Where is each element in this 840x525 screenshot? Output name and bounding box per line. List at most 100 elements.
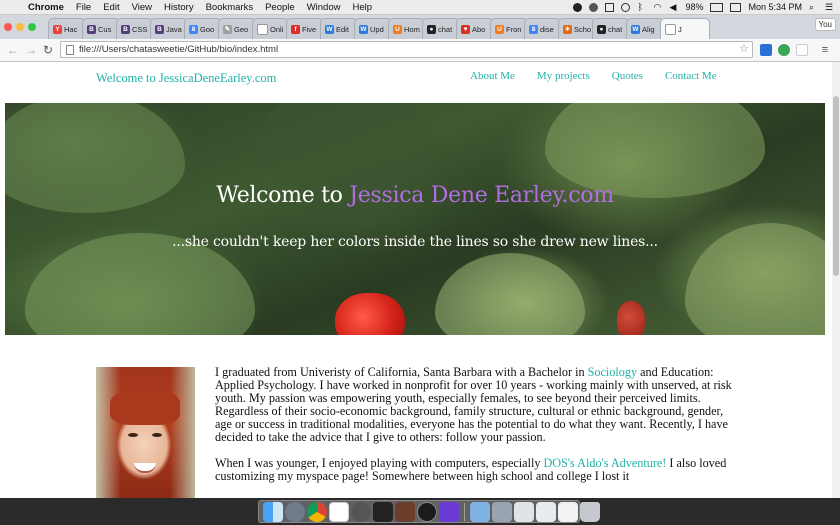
tab-label: Hac xyxy=(64,24,78,34)
browser-tab[interactable]: ✶ Scho xyxy=(558,18,596,39)
imovie-icon[interactable] xyxy=(439,501,459,522)
extension-icon[interactable] xyxy=(778,44,790,56)
browser-tab[interactable]: ● chat xyxy=(422,18,460,39)
notification-center-icon[interactable]: ☰ xyxy=(825,2,834,12)
tab-label: chat xyxy=(438,24,453,34)
menu-view[interactable]: View xyxy=(126,2,158,13)
strawberry-image xyxy=(617,301,645,335)
bio-paragraph-1: I graduated from Univeristy of Californi… xyxy=(215,366,735,444)
browser-tab[interactable]: U Fron xyxy=(490,18,528,39)
menu-edit[interactable]: Edit xyxy=(97,2,125,13)
launchpad-icon[interactable] xyxy=(285,501,305,522)
spotlight-icon[interactable]: ⌕ xyxy=(809,2,818,12)
browser-tab[interactable]: W Alig xyxy=(626,18,664,39)
tab-favicon-icon: B xyxy=(87,24,96,34)
menu-bookmarks[interactable]: Bookmarks xyxy=(200,2,260,13)
menu-help[interactable]: Help xyxy=(346,2,378,13)
time-machine-icon[interactable] xyxy=(621,2,631,12)
menu-people[interactable]: People xyxy=(259,2,301,13)
cast-extension-icon[interactable] xyxy=(760,44,772,56)
screenshot-stack-icon[interactable] xyxy=(558,501,578,522)
tab-label: CSS xyxy=(132,24,148,34)
tab-label: Java xyxy=(166,24,182,34)
battery-icon[interactable] xyxy=(710,2,724,12)
system-preferences-icon[interactable] xyxy=(351,501,371,522)
nav-quotes[interactable]: Quotes xyxy=(612,70,643,82)
back-arrow-icon[interactable]: ← xyxy=(6,43,20,57)
browser-tab[interactable]: ♥ Abo xyxy=(456,18,494,39)
menu-window[interactable]: Window xyxy=(301,2,347,13)
desktop-stack-icon[interactable] xyxy=(536,501,556,522)
forward-arrow-icon[interactable]: → xyxy=(24,43,38,57)
tab-label: Fron xyxy=(506,24,522,34)
terminal-icon[interactable] xyxy=(373,501,393,522)
browser-toolbar: ← → ↻ file:///Users/chatasweetie/GitHub/… xyxy=(0,39,840,62)
nav-about-me[interactable]: About Me xyxy=(470,70,515,82)
volume-icon[interactable]: ◀ xyxy=(669,2,678,12)
wifi-icon[interactable]: ◠ xyxy=(653,2,662,12)
browser-tab[interactable]: ✎ Geo xyxy=(218,18,256,39)
notification-icon[interactable] xyxy=(589,2,599,12)
browser-tab[interactable]: B Java xyxy=(150,18,188,39)
documents-stack-icon[interactable] xyxy=(492,501,512,522)
menu-file[interactable]: File xyxy=(70,2,97,13)
browser-tab[interactable]: J xyxy=(660,18,710,39)
menu-history[interactable]: History xyxy=(158,2,200,13)
input-flag-icon[interactable] xyxy=(730,2,742,12)
reload-icon[interactable]: ↻ xyxy=(41,43,55,57)
chrome-icon[interactable] xyxy=(307,501,327,522)
display-icon[interactable] xyxy=(605,2,615,12)
status-app-icon[interactable] xyxy=(573,2,583,12)
aldos-adventure-link[interactable]: DOS's Aldo's Adventure! xyxy=(543,456,666,470)
browser-tab[interactable]: B CSS xyxy=(116,18,154,39)
chrome-menu-icon[interactable]: ≡ xyxy=(818,43,832,57)
sociology-link[interactable]: Sociology xyxy=(588,365,637,379)
bio-text: I graduated from Univeristy of Californi… xyxy=(215,366,735,496)
zoom-window-icon[interactable] xyxy=(28,23,36,31)
tab-label: Geo xyxy=(234,24,249,34)
browser-tab[interactable]: Onli xyxy=(252,18,290,39)
browser-tab[interactable]: f Five xyxy=(286,18,324,39)
calendar-icon[interactable] xyxy=(329,501,349,522)
clock[interactable]: Mon 5:34 PM xyxy=(748,2,802,12)
battery-percent[interactable]: 98% xyxy=(685,2,703,12)
dock xyxy=(258,500,600,523)
browser-tab[interactable]: W Upd xyxy=(354,18,392,39)
browser-tab[interactable]: W Edit xyxy=(320,18,358,39)
tab-label: Goo xyxy=(200,24,215,34)
close-window-icon[interactable] xyxy=(4,23,12,31)
scrollbar-thumb[interactable] xyxy=(833,96,839,276)
browser-tab[interactable]: 8 dise xyxy=(524,18,562,39)
tab-label: dise xyxy=(540,24,554,34)
pocket-extension-icon[interactable] xyxy=(796,44,808,56)
tab-favicon-icon: U xyxy=(495,24,504,34)
bluetooth-icon[interactable]: ᛒ xyxy=(637,2,646,12)
tab-favicon-icon: Y xyxy=(53,24,62,34)
github-icon[interactable] xyxy=(417,501,437,522)
tab-label: Edit xyxy=(336,24,349,34)
menu-app-name[interactable]: Chrome xyxy=(22,2,70,13)
finder-icon[interactable] xyxy=(263,501,283,522)
trash-icon[interactable] xyxy=(580,501,600,522)
site-brand-link[interactable]: Welcome to JessicaDeneEarley.com xyxy=(96,71,276,86)
page-scrollbar[interactable] xyxy=(832,62,840,498)
nav-contact-me[interactable]: Contact Me xyxy=(665,70,717,82)
bookmark-star-icon[interactable]: ☆ xyxy=(739,42,749,57)
nav-my-projects[interactable]: My projects xyxy=(537,70,590,82)
minimize-window-icon[interactable] xyxy=(16,23,24,31)
browser-tab[interactable]: Y Hac xyxy=(48,18,86,39)
profile-button[interactable]: You xyxy=(814,18,836,31)
recent-stack-icon[interactable] xyxy=(514,501,534,522)
tab-favicon-icon: B xyxy=(121,24,130,34)
downloads-folder-icon[interactable] xyxy=(470,501,490,522)
browser-tab[interactable]: U Hom xyxy=(388,18,426,39)
browser-tab[interactable]: ● chat xyxy=(592,18,630,39)
browser-tab[interactable]: B Cus xyxy=(82,18,120,39)
browser-tab[interactable]: 8 Goo xyxy=(184,18,222,39)
mac-menu-bar: Chrome File Edit View History Bookmarks … xyxy=(0,0,840,15)
sublime-text-icon[interactable] xyxy=(395,501,415,522)
tab-strip: Y Hac B Cus B CSS B Java 8 Goo ✎ Geo Onli f Five W Edit W… xyxy=(0,15,840,39)
address-bar[interactable]: file:///Users/chatasweetie/GitHub/bio/in… xyxy=(60,41,753,58)
tab-favicon-icon: ● xyxy=(427,24,436,34)
hero-title-accent: Jessica Dene Earley.com xyxy=(349,183,614,208)
